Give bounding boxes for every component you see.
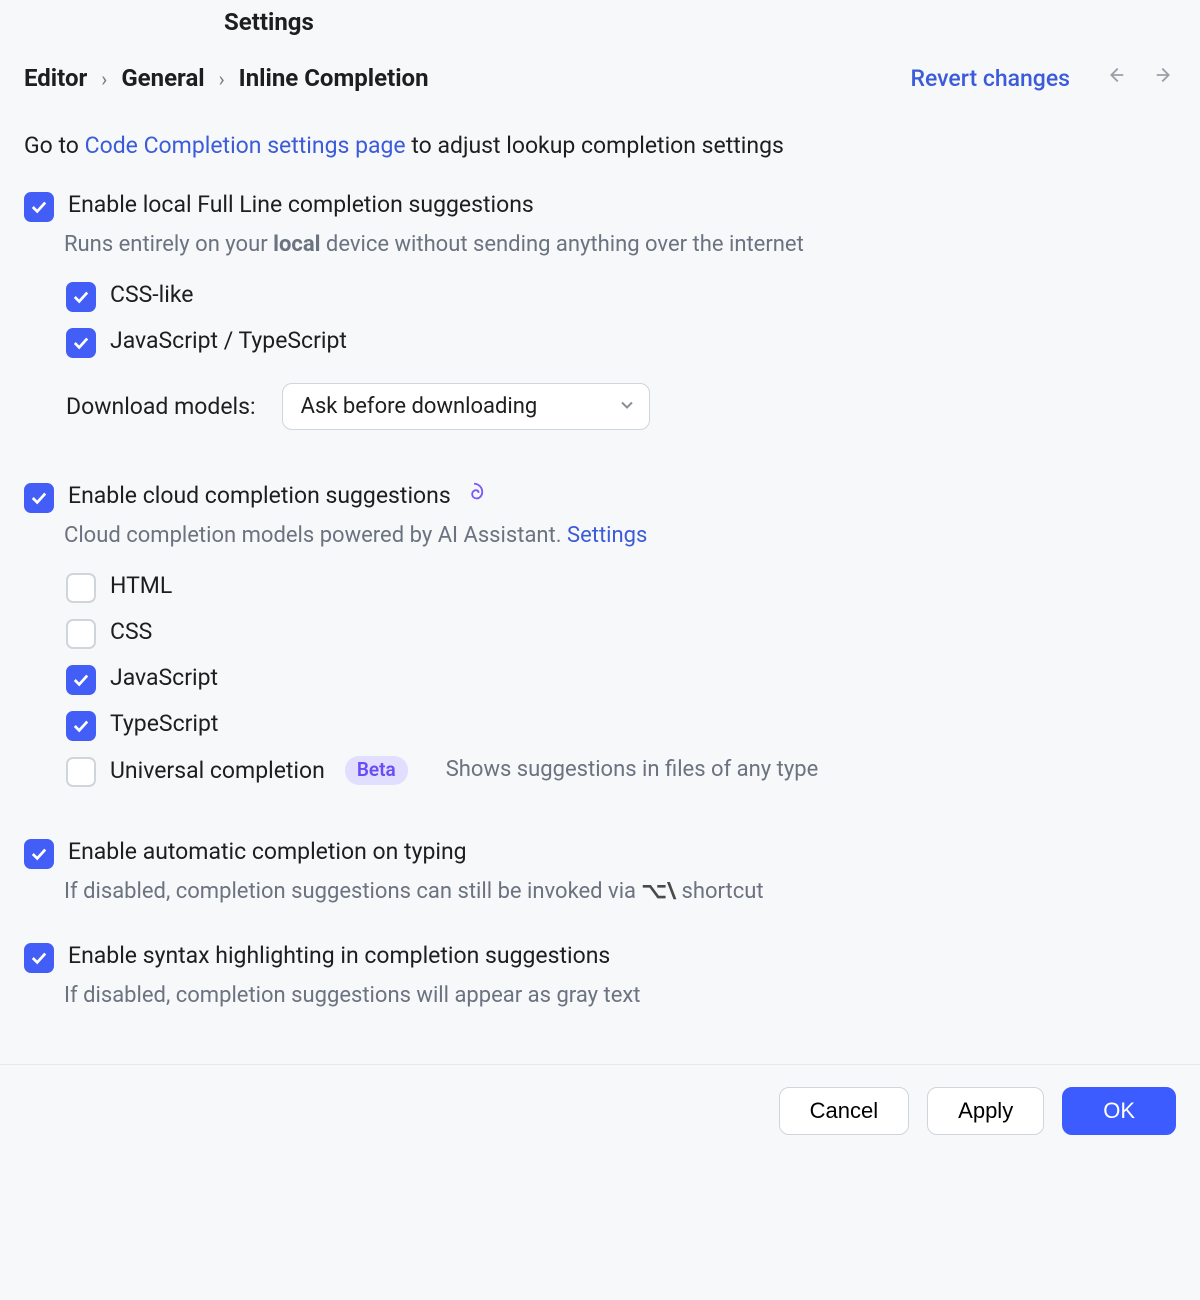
cloud-desc: Cloud completion models powered by AI As… — [24, 520, 1176, 564]
cloud-css-label: CSS — [110, 617, 152, 647]
local-desc-post: device without sending anything over the… — [320, 232, 803, 257]
auto-desc-post: shortcut — [676, 879, 764, 904]
breadcrumb-inline-completion: Inline Completion — [239, 64, 429, 92]
cloud-universal-hint: Shows suggestions in files of any type — [446, 756, 819, 785]
cloud-js-checkbox[interactable] — [66, 665, 96, 695]
shortcut-text: ⌥\ — [641, 879, 676, 904]
auto-desc-pre: If disabled, completion suggestions can … — [64, 879, 641, 904]
cloud-desc-pre: Cloud completion models powered by AI As… — [64, 523, 567, 548]
local-css-label: CSS-like — [110, 280, 193, 310]
local-desc-bold: local — [273, 232, 320, 257]
enable-local-label: Enable local Full Line completion sugges… — [68, 190, 534, 220]
breadcrumb-editor[interactable]: Editor — [24, 64, 87, 92]
cloud-ts-checkbox[interactable] — [66, 711, 96, 741]
chevron-right-icon: › — [101, 67, 107, 91]
apply-button[interactable]: Apply — [927, 1087, 1044, 1135]
enable-auto-checkbox[interactable] — [24, 839, 54, 869]
cloud-html-checkbox[interactable] — [66, 573, 96, 603]
breadcrumb-general[interactable]: General — [121, 64, 204, 92]
cloud-ts-label: TypeScript — [110, 709, 218, 739]
cloud-universal-label: Universal completion — [110, 756, 325, 786]
enable-local-checkbox[interactable] — [24, 192, 54, 222]
local-css-checkbox[interactable] — [66, 282, 96, 312]
download-models-label: Download models: — [66, 393, 256, 420]
syntax-desc: If disabled, completion suggestions will… — [24, 980, 1176, 1024]
local-jsts-label: JavaScript / TypeScript — [110, 326, 347, 356]
local-desc: Runs entirely on your local device witho… — [24, 229, 1176, 273]
code-completion-link[interactable]: Code Completion settings page — [85, 132, 406, 159]
cloud-settings-link[interactable]: Settings — [567, 523, 647, 548]
nav-back-icon[interactable] — [1104, 64, 1126, 92]
cloud-html-label: HTML — [110, 571, 172, 601]
local-jsts-checkbox[interactable] — [66, 328, 96, 358]
chevron-down-icon — [619, 394, 635, 419]
enable-cloud-label: Enable cloud completion suggestions — [68, 481, 451, 511]
download-models-select[interactable]: Ask before downloading — [282, 383, 650, 430]
beta-badge: Beta — [345, 756, 408, 785]
revert-changes-link[interactable]: Revert changes — [911, 65, 1070, 92]
local-desc-pre: Runs entirely on your — [64, 232, 273, 257]
enable-syntax-checkbox[interactable] — [24, 943, 54, 973]
nav-forward-icon[interactable] — [1154, 64, 1176, 92]
enable-cloud-checkbox[interactable] — [24, 483, 54, 513]
cloud-js-label: JavaScript — [110, 663, 218, 693]
download-models-value: Ask before downloading — [301, 394, 538, 419]
ai-swirl-icon — [463, 481, 485, 512]
enable-auto-label: Enable automatic completion on typing — [68, 837, 467, 867]
breadcrumb: Editor › General › Inline Completion — [24, 64, 911, 92]
cloud-universal-checkbox[interactable] — [66, 757, 96, 787]
cloud-css-checkbox[interactable] — [66, 619, 96, 649]
intro-suffix: to adjust lookup completion settings — [406, 132, 784, 159]
window-title: Settings — [24, 0, 1176, 64]
auto-desc: If disabled, completion suggestions can … — [24, 876, 1176, 920]
footer-buttons: Cancel Apply OK — [0, 1064, 1200, 1157]
intro-text: Go to Code Completion settings page to a… — [24, 132, 1176, 183]
intro-prefix: Go to — [24, 132, 85, 159]
cancel-button[interactable]: Cancel — [779, 1087, 909, 1135]
ok-button[interactable]: OK — [1062, 1087, 1176, 1135]
chevron-right-icon: › — [219, 67, 225, 91]
enable-syntax-label: Enable syntax highlighting in completion… — [68, 941, 610, 971]
